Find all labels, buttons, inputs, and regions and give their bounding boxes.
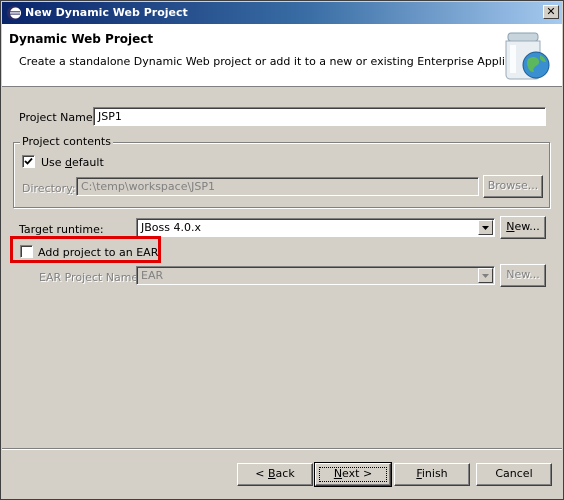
target-runtime-value: JBoss 4.0.x	[141, 221, 201, 234]
ear-project-name-select: EAR	[136, 266, 495, 285]
close-button[interactable]: ✕	[543, 5, 559, 19]
window-title: New Dynamic Web Project	[25, 6, 188, 19]
back-button[interactable]: < Back	[237, 463, 313, 486]
project-name-label: Project Name:	[19, 111, 97, 124]
use-default-checkbox[interactable]	[22, 155, 35, 168]
directory-input: C:\temp\workspace\JSP1	[76, 177, 479, 196]
title-bar[interactable]: New Dynamic Web Project ✕	[2, 2, 562, 24]
dialog-window: New Dynamic Web Project ✕ Dynamic Web Pr…	[0, 0, 564, 500]
check-icon	[24, 157, 33, 165]
ear-project-name-value: EAR	[141, 269, 164, 282]
web-project-jar-icon	[505, 32, 550, 80]
project-contents-group	[13, 142, 550, 208]
new-runtime-button[interactable]: New...	[500, 216, 546, 239]
chevron-down-icon	[482, 274, 489, 278]
directory-label: Directory:	[22, 182, 76, 195]
annotation-highlight-box	[10, 236, 161, 263]
ear-project-name-label: EAR Project Name:	[39, 271, 142, 284]
new-ear-button: New...	[500, 264, 546, 287]
footer-separator	[2, 448, 562, 450]
project-contents-group-label: Project contents	[20, 135, 113, 148]
page-description: Create a standalone Dynamic Web project …	[19, 55, 543, 68]
finish-button[interactable]: Finish	[394, 463, 470, 486]
close-icon: ✕	[546, 5, 556, 18]
dropdown-button[interactable]	[478, 220, 493, 235]
focus-ring	[319, 467, 387, 482]
target-runtime-select[interactable]: JBoss 4.0.x	[136, 218, 495, 237]
eclipse-icon	[7, 6, 21, 20]
page-title: Dynamic Web Project	[9, 32, 154, 46]
browse-button: Browse...	[483, 175, 543, 198]
cancel-button[interactable]: Cancel	[476, 463, 552, 486]
project-name-input[interactable]: JSP1	[93, 107, 546, 126]
chevron-down-icon	[482, 226, 489, 230]
ear-dropdown-button	[478, 268, 493, 283]
wizard-header: Dynamic Web Project Create a standalone …	[2, 24, 562, 87]
next-button[interactable]: Next >	[314, 462, 392, 487]
target-runtime-label: Target runtime:	[19, 223, 104, 236]
use-default-label[interactable]: Use default	[41, 156, 104, 169]
